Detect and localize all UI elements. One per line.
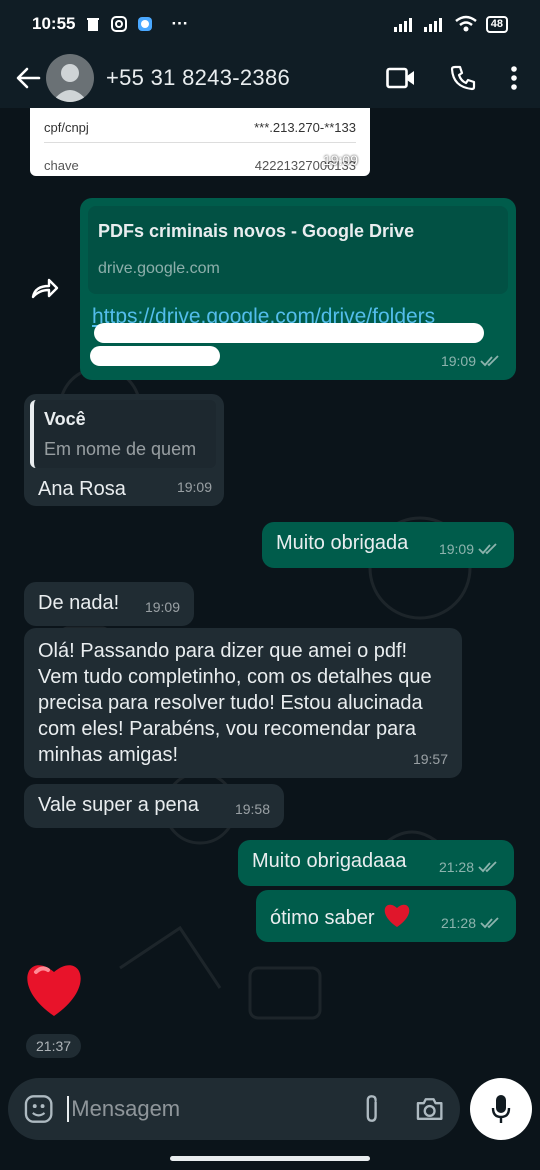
message-time: 19:09 <box>144 599 180 615</box>
signal-icon-2 <box>423 18 442 32</box>
message-time: 21:28 <box>438 859 474 875</box>
message-time: 19:57 <box>412 751 448 767</box>
redaction-scribble <box>90 346 220 366</box>
incoming-message[interactable]: De nada! 19:09 <box>24 582 194 626</box>
message-composer <box>8 1078 460 1140</box>
wifi-icon <box>454 15 477 32</box>
outgoing-message[interactable]: ótimo saber 21:28 <box>256 890 516 942</box>
forwarded-card[interactable]: cpf/cnpj ***.213.270-**133 chave 4222132… <box>30 108 370 176</box>
forward-icon <box>31 278 59 299</box>
quote-text: Em nome de quem <box>44 439 197 459</box>
contact-name[interactable]: +55 31 8243-2386 <box>106 65 290 91</box>
double-check-icon <box>480 917 499 929</box>
message-text: Olá! Passando para dizer que amei o pdf!… <box>38 640 432 766</box>
double-check-icon <box>478 543 497 555</box>
microphone-icon <box>491 1095 511 1123</box>
message-text: Muito obrigada <box>276 532 409 554</box>
video-call-icon[interactable] <box>386 67 416 89</box>
chat-header: +55 31 8243-2386 <box>0 48 540 108</box>
emoji-sticker-icon[interactable] <box>24 1094 53 1124</box>
heart-timestamp: 21:37 <box>26 1034 82 1058</box>
message-input[interactable] <box>67 1096 360 1122</box>
double-check-icon <box>480 355 499 367</box>
message-time: 19:58 <box>234 801 270 817</box>
incoming-message[interactable]: Vale super a pena 19:58 <box>24 784 284 828</box>
card-timestamp: 19:09 <box>322 152 358 168</box>
more-options-icon[interactable] <box>510 65 518 91</box>
person-icon <box>52 64 88 102</box>
message-text: Muito obrigadaaa <box>252 850 407 872</box>
message-text: Vale super a pena <box>38 794 199 816</box>
trash-icon <box>87 18 100 31</box>
card-value-cpf: ***.213.270-**133 <box>254 120 356 135</box>
signal-icon <box>393 18 412 32</box>
link-preview-title: PDFs criminais novos - Google Drive <box>98 221 415 241</box>
app-icon <box>138 17 153 31</box>
reply-message[interactable]: Você Em nome de quem Ana Rosa 19:09 <box>24 394 224 506</box>
message-time: 19:09 <box>438 541 474 557</box>
avatar[interactable] <box>46 54 94 102</box>
card-label-chave: chave <box>44 158 79 173</box>
message-text: De nada! <box>38 592 120 614</box>
heart-emoji-icon[interactable] <box>22 958 86 1018</box>
outgoing-message[interactable]: Muito obrigadaaa 21:28 <box>238 840 514 886</box>
link-preview[interactable]: PDFs criminais novos - Google Drive driv… <box>88 206 508 294</box>
phone-icon[interactable] <box>450 65 476 91</box>
card-label-cpf: cpf/cnpj <box>44 120 89 135</box>
incoming-message[interactable]: Olá! Passando para dizer que amei o pdf!… <box>24 628 462 778</box>
attach-icon[interactable] <box>359 1094 384 1124</box>
quote-author: Você <box>44 409 86 429</box>
message-text: ótimo saber <box>270 907 375 929</box>
arrow-left-icon <box>16 67 41 89</box>
quoted-message[interactable]: Você Em nome de quem <box>30 400 216 468</box>
back-button[interactable] <box>8 66 48 90</box>
more-notifications-icon: ··· <box>171 14 189 33</box>
status-time: 10:55 <box>32 14 76 33</box>
camera-icon[interactable] <box>415 1096 444 1122</box>
redaction-scribble <box>94 323 484 343</box>
instagram-icon <box>111 16 128 32</box>
link-preview-domain: drive.google.com <box>98 260 220 277</box>
forward-button[interactable] <box>22 265 68 311</box>
outgoing-message[interactable]: Muito obrigada 19:09 <box>262 522 514 568</box>
message-time: 19:09 <box>440 353 476 369</box>
heart-emoji-icon <box>384 904 410 927</box>
voice-message-button[interactable] <box>470 1078 532 1140</box>
status-bar: 10:55 ··· 48 <box>0 0 540 48</box>
battery-icon: 48 <box>485 15 508 33</box>
message-time: 19:09 <box>176 479 212 495</box>
double-check-icon <box>478 861 497 873</box>
gesture-nav-handle[interactable] <box>170 1156 370 1161</box>
message-time: 21:28 <box>440 915 476 931</box>
chat-area[interactable]: cpf/cnpj ***.213.270-**133 chave 4222132… <box>0 108 540 1080</box>
link-message[interactable]: PDFs criminais novos - Google Drive driv… <box>80 198 516 380</box>
